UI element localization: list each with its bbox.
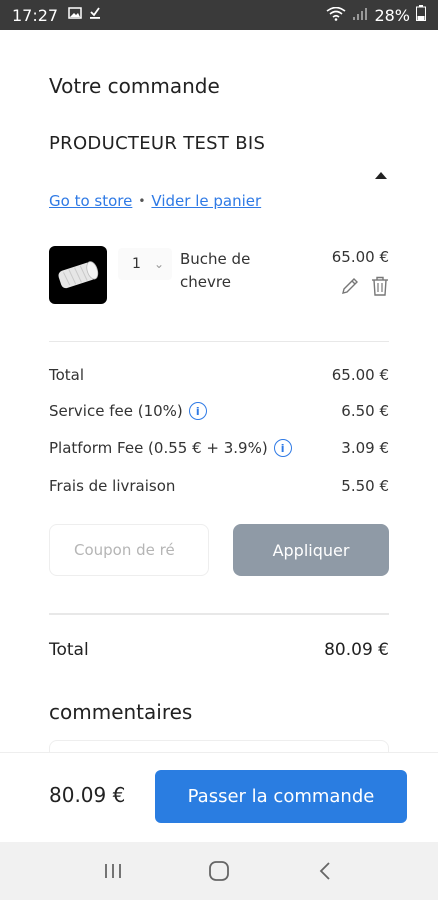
quantity-select[interactable]: 1 ⌄ xyxy=(118,248,172,280)
comments-title: commentaires xyxy=(49,700,193,724)
service-fee-value: 6.50 € xyxy=(341,402,389,420)
delivery-fee-value: 5.50 € xyxy=(341,477,389,495)
image-notification-icon xyxy=(68,6,82,24)
product-image xyxy=(49,246,107,304)
go-to-store-link[interactable]: Go to store xyxy=(49,192,132,210)
status-time: 17:27 xyxy=(12,5,59,25)
separator-dot: • xyxy=(138,194,146,208)
caret-up-icon[interactable] xyxy=(372,166,390,179)
info-icon[interactable]: i xyxy=(188,402,207,420)
checkout-bar: 80.09 € Passer la commande xyxy=(0,752,438,842)
coupon-input[interactable] xyxy=(49,524,209,576)
comments-field[interactable] xyxy=(49,740,389,752)
empty-cart-link[interactable]: Vider le panier xyxy=(151,192,261,210)
product-name: Buche de chevre xyxy=(180,250,251,291)
battery-percent: 28% xyxy=(374,5,410,25)
signal-icon xyxy=(352,6,368,25)
page-title: Votre commande xyxy=(49,74,220,98)
battery-icon xyxy=(416,5,426,25)
summary-total-value: 65.00 € xyxy=(331,366,389,384)
quantity-value: 1 xyxy=(132,256,141,272)
grand-total-label: Total xyxy=(49,640,89,660)
delivery-fee-label: Frais de livraison xyxy=(49,477,176,495)
delivery-fee-row: Frais de livraison 5.50 € xyxy=(49,477,389,495)
service-fee-label: Service fee (10%) xyxy=(49,402,183,420)
back-icon[interactable] xyxy=(305,851,345,891)
platform-fee-label: Platform Fee (0.55 € + 3.9%) xyxy=(49,439,268,457)
trash-icon[interactable] xyxy=(370,275,390,297)
store-links: Go to store • Vider le panier xyxy=(49,192,261,210)
platform-fee-row: Platform Fee (0.55 € + 3.9%) i 3.09 € xyxy=(49,439,389,457)
recent-apps-icon[interactable] xyxy=(93,851,133,891)
edit-icon[interactable] xyxy=(340,276,360,296)
place-order-button[interactable]: Passer la commande xyxy=(155,770,407,823)
grand-total-value: 80.09 € xyxy=(324,640,389,660)
wifi-icon xyxy=(326,6,346,25)
divider xyxy=(49,341,389,342)
download-notification-icon xyxy=(88,6,102,24)
apply-coupon-button[interactable]: Appliquer xyxy=(233,524,389,576)
platform-fee-value: 3.09 € xyxy=(341,439,389,457)
summary-total-label: Total xyxy=(49,366,85,384)
system-nav-bar xyxy=(0,842,438,900)
service-fee-row: Service fee (10%) i 6.50 € xyxy=(49,402,389,420)
product-price: 65.00 € xyxy=(331,248,389,266)
home-icon[interactable] xyxy=(199,851,239,891)
store-name: PRODUCTEUR TEST BIS xyxy=(49,133,266,154)
divider xyxy=(49,613,389,615)
order-content[interactable]: Votre commande PRODUCTEUR TEST BIS Go to… xyxy=(0,30,438,752)
status-bar: 17:27 28% xyxy=(0,0,438,30)
chevron-down-icon: ⌄ xyxy=(153,257,164,271)
checkout-total: 80.09 € xyxy=(49,783,126,807)
summary-total-row: Total 65.00 € xyxy=(49,366,389,384)
info-icon[interactable]: i xyxy=(273,439,292,457)
grand-total-row: Total 80.09 € xyxy=(49,640,389,660)
